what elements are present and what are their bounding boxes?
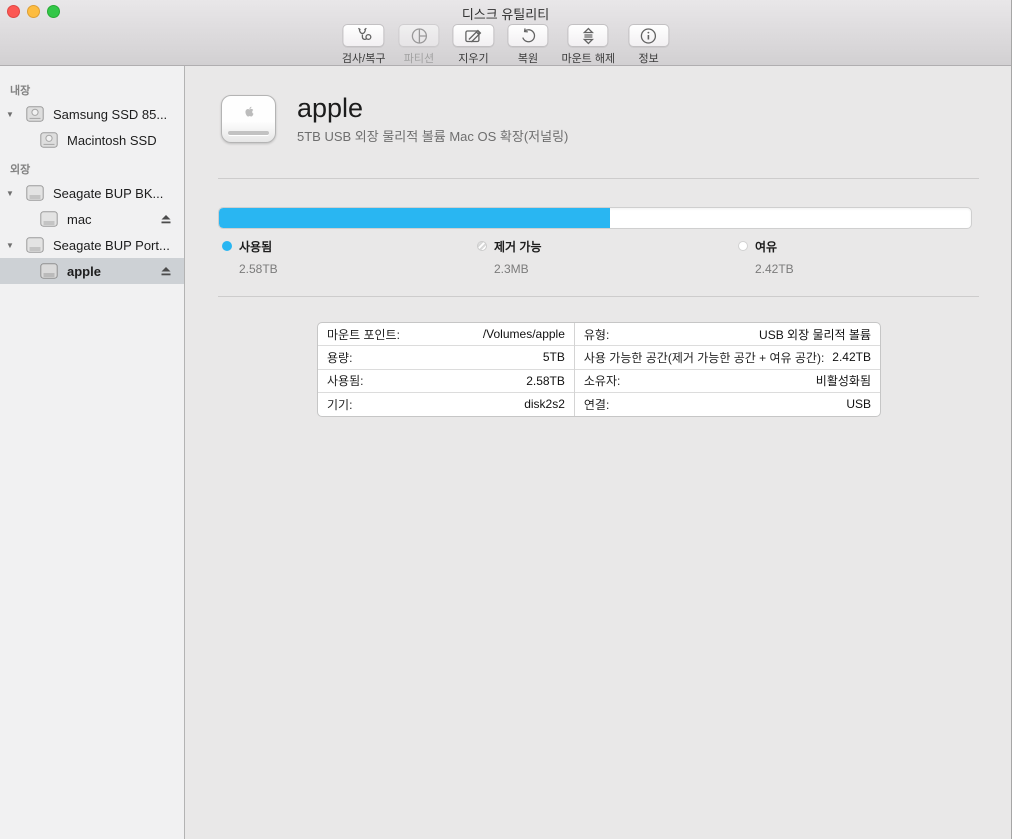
disclosure-triangle-icon[interactable]: ▼ bbox=[6, 241, 18, 250]
divider bbox=[218, 296, 979, 297]
sidebar-item-label: Seagate BUP Port... bbox=[53, 238, 170, 253]
legend-dot-free bbox=[738, 241, 748, 251]
device-header: apple 5TB USB 외장 물리적 볼륨 Mac OS 확장(저널링) bbox=[221, 93, 568, 145]
sidebar-item-apple[interactable]: apple bbox=[0, 258, 184, 284]
titlebar[interactable]: 디스크 유틸리티 검사/복구 bbox=[0, 0, 1011, 66]
erase-button[interactable] bbox=[452, 24, 494, 47]
external-volume-icon bbox=[40, 263, 58, 279]
detail-row-available: 사용 가능한 공간(제거 가능한 공간 + 여유 공간): 2.42TB bbox=[575, 346, 880, 369]
disclosure-triangle-icon[interactable]: ▼ bbox=[6, 189, 18, 198]
sidebar-item-macintosh-ssd[interactable]: Macintosh SSD bbox=[0, 127, 184, 153]
app-body: 내장 ▼ Samsung SSD 85... bbox=[0, 66, 1011, 839]
detail-row-type: 유형: USB 외장 물리적 볼륨 bbox=[575, 323, 880, 346]
first-aid-icon bbox=[354, 27, 374, 45]
sidebar: 내장 ▼ Samsung SSD 85... bbox=[0, 66, 185, 839]
disclosure-triangle-icon[interactable]: ▼ bbox=[6, 110, 18, 119]
legend-label: 사용됨 bbox=[239, 238, 272, 255]
erase-icon bbox=[463, 27, 483, 45]
toolbar-item-info: 정보 bbox=[628, 24, 669, 66]
first-aid-label: 검사/복구 bbox=[342, 50, 386, 66]
legend-free: 여유 2.42TB bbox=[738, 238, 794, 276]
external-disk-icon bbox=[26, 185, 44, 201]
detail-row-owner: 소유자: 비활성화됨 bbox=[575, 370, 880, 393]
legend-value: 2.58TB bbox=[239, 262, 278, 276]
sidebar-item-label: Seagate BUP BK... bbox=[53, 186, 163, 201]
restore-label: 복원 bbox=[518, 50, 538, 66]
toolbar-item-restore: 복원 bbox=[507, 24, 548, 66]
internal-disk-icon bbox=[26, 106, 44, 122]
legend-value: 2.42TB bbox=[755, 262, 794, 276]
sidebar-item-seagate-bk[interactable]: ▼ Seagate BUP BK... bbox=[0, 180, 184, 206]
external-drive-icon bbox=[221, 95, 276, 143]
partition-button[interactable] bbox=[398, 24, 439, 47]
usage-bar-fill bbox=[219, 208, 610, 228]
legend-dot-purgeable bbox=[477, 241, 487, 251]
eject-icon[interactable] bbox=[160, 265, 172, 277]
info-icon bbox=[640, 27, 658, 45]
info-label: 정보 bbox=[638, 50, 658, 66]
usage-bar bbox=[218, 207, 972, 229]
sidebar-item-label: apple bbox=[67, 264, 101, 279]
main-content: apple 5TB USB 외장 물리적 볼륨 Mac OS 확장(저널링) 사… bbox=[185, 66, 1011, 839]
legend-label: 여유 bbox=[755, 238, 777, 255]
external-volume-icon bbox=[40, 211, 58, 227]
legend-label: 제거 가능 bbox=[494, 238, 542, 255]
disk-utility-window: 디스크 유틸리티 검사/복구 bbox=[0, 0, 1012, 839]
detail-row-mount-point: 마운트 포인트: /Volumes/apple bbox=[318, 323, 574, 346]
legend-purgeable: 제거 가능 2.3MB bbox=[477, 238, 542, 276]
sidebar-item-label: Samsung SSD 85... bbox=[53, 107, 167, 122]
partition-label: 파티션 bbox=[404, 50, 434, 66]
details-right-column: 유형: USB 외장 물리적 볼륨 사용 가능한 공간(제거 가능한 공간 + … bbox=[574, 323, 880, 416]
toolbar: 검사/복구 파티션 지 bbox=[342, 24, 669, 66]
details-table: 마운트 포인트: /Volumes/apple 용량: 5TB 사용됨: 2.5… bbox=[317, 322, 881, 417]
sidebar-item-samsung-ssd[interactable]: ▼ Samsung SSD 85... bbox=[0, 101, 184, 127]
sidebar-item-mac[interactable]: mac bbox=[0, 206, 184, 232]
toolbar-item-erase: 지우기 bbox=[452, 24, 494, 66]
legend-value: 2.3MB bbox=[494, 262, 542, 276]
toolbar-item-partition: 파티션 bbox=[398, 24, 439, 66]
info-button[interactable] bbox=[628, 24, 669, 47]
apple-logo-icon bbox=[241, 103, 256, 120]
sidebar-item-label: mac bbox=[67, 212, 92, 227]
unmount-label: 마운트 해제 bbox=[561, 50, 615, 66]
device-titles: apple 5TB USB 외장 물리적 볼륨 Mac OS 확장(저널링) bbox=[297, 93, 568, 145]
erase-label: 지우기 bbox=[458, 50, 488, 66]
sidebar-section-external: 외장 bbox=[10, 161, 184, 177]
sidebar-item-seagate-port[interactable]: ▼ Seagate BUP Port... bbox=[0, 232, 184, 258]
detail-row-capacity: 용량: 5TB bbox=[318, 346, 574, 369]
eject-icon[interactable] bbox=[160, 213, 172, 225]
partition-icon bbox=[410, 27, 428, 45]
window-title: 디스크 유틸리티 bbox=[0, 4, 1011, 23]
divider bbox=[218, 178, 979, 179]
drive-slot bbox=[228, 131, 269, 135]
first-aid-button[interactable] bbox=[343, 24, 385, 47]
internal-volume-icon bbox=[40, 132, 58, 148]
detail-row-used: 사용됨: 2.58TB bbox=[318, 370, 574, 393]
unmount-button[interactable] bbox=[568, 24, 609, 47]
detail-row-connection: 연결: USB bbox=[575, 393, 880, 416]
detail-row-device: 기기: disk2s2 bbox=[318, 393, 574, 416]
external-disk-icon bbox=[26, 237, 44, 253]
unmount-icon bbox=[581, 27, 595, 45]
device-title: apple bbox=[297, 93, 568, 123]
toolbar-item-first-aid: 검사/복구 bbox=[342, 24, 386, 66]
device-subtitle: 5TB USB 외장 물리적 볼륨 Mac OS 확장(저널링) bbox=[297, 126, 568, 145]
sidebar-item-label: Macintosh SSD bbox=[67, 133, 157, 148]
sidebar-section-internal: 내장 bbox=[10, 82, 184, 98]
toolbar-item-unmount: 마운트 해제 bbox=[561, 24, 615, 66]
restore-icon bbox=[519, 27, 537, 45]
legend-used: 사용됨 2.58TB bbox=[222, 238, 278, 276]
restore-button[interactable] bbox=[507, 24, 548, 47]
legend-dot-used bbox=[222, 241, 232, 251]
details-left-column: 마운트 포인트: /Volumes/apple 용량: 5TB 사용됨: 2.5… bbox=[318, 323, 574, 416]
